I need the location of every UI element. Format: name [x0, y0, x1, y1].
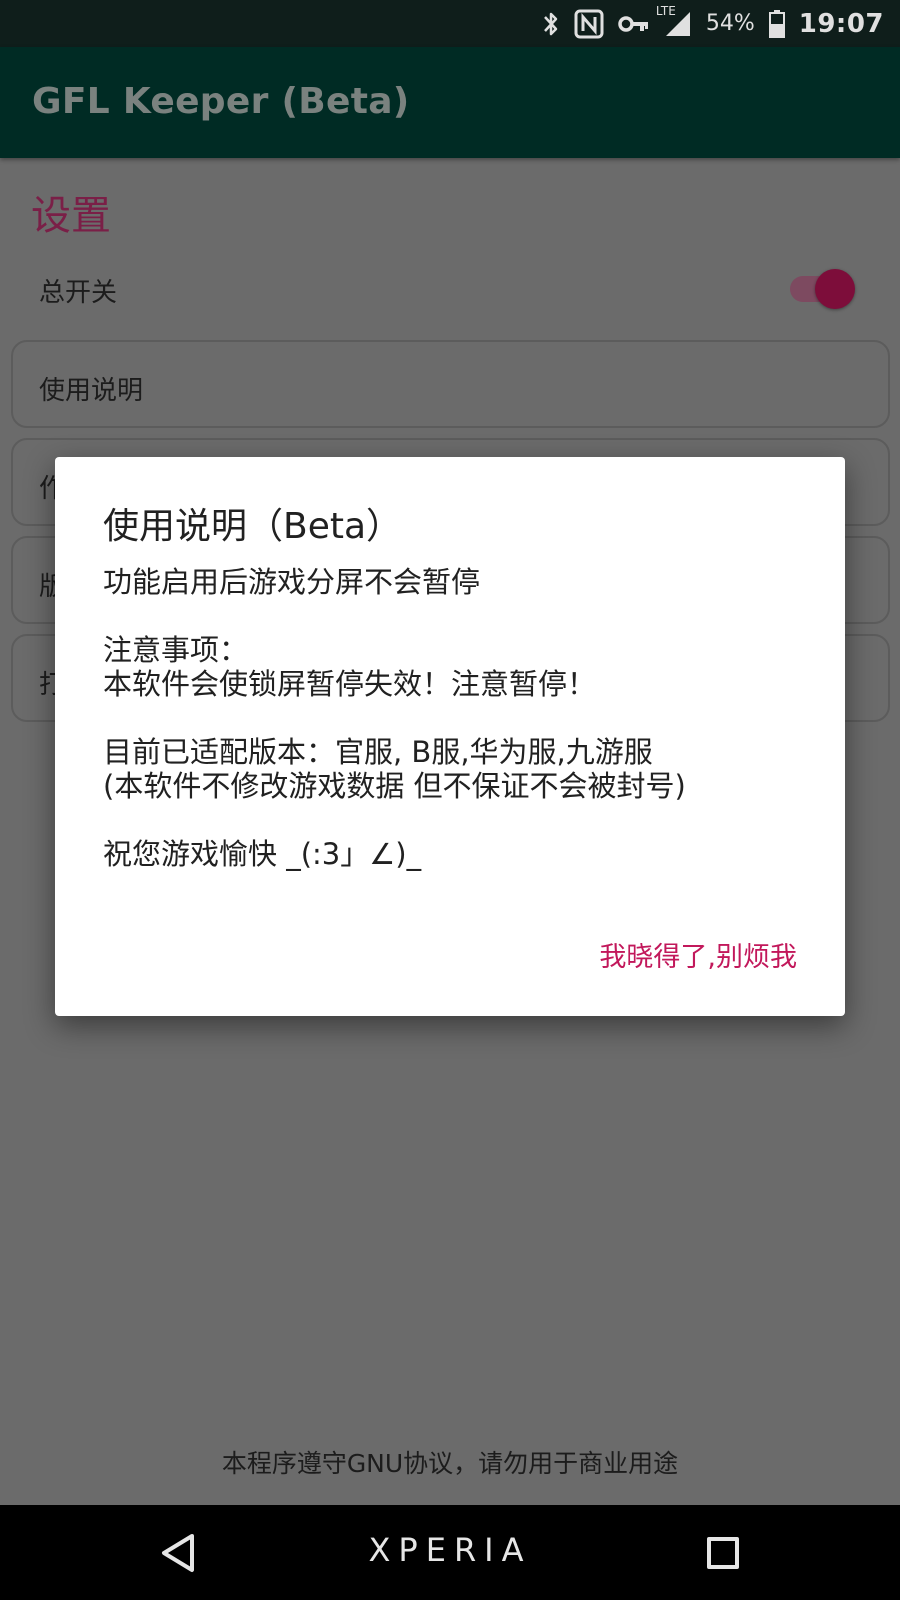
dismiss-button[interactable]: 我晓得了,别烦我	[599, 935, 797, 974]
dialog-line: 目前已适配版本：官服, B服,华为服,九游服	[103, 735, 653, 769]
navigation-bar: XPERIA	[0, 1505, 900, 1600]
dialog-line: 注意事项：	[103, 633, 249, 667]
dialog-line: 祝您游戏愉快 _(:3」∠)_	[103, 837, 422, 871]
battery-icon	[768, 9, 785, 38]
status-time: 19:07	[798, 8, 884, 39]
lte-signal-icon: LTE	[656, 4, 692, 38]
dialog-line: 功能启用后游戏分屏不会暂停	[103, 565, 481, 599]
dialog-message: 功能启用后游戏分屏不会暂停 注意事项： 本软件会使锁屏暂停失效！注意暂停！ 目前…	[103, 565, 803, 871]
status-icons: LTE 54% 19:07	[542, 0, 884, 47]
settings-heading: 设置	[31, 193, 111, 239]
card-usage-guide[interactable]: 使用说明	[11, 340, 890, 428]
card-label: 使用说明	[39, 376, 144, 406]
dialog-title: 使用说明（Beta）	[103, 506, 403, 547]
battery-percent: 54%	[705, 11, 755, 36]
license-footer: 本程序遵守GNU协议，请勿用于商业用途	[221, 1449, 679, 1478]
status-bar: LTE 54% 19:07	[0, 0, 900, 47]
app-bar: GFL Keeper (Beta)	[0, 47, 900, 158]
dialog-line: (本软件不修改游戏数据 但不保证不会被封号)	[103, 769, 686, 803]
nfc-icon	[574, 9, 604, 39]
usage-guide-dialog: 使用说明（Beta） 功能启用后游戏分屏不会暂停 注意事项： 本软件会使锁屏暂停…	[55, 457, 845, 1016]
recents-icon[interactable]	[707, 1537, 739, 1569]
app-title: GFL Keeper (Beta)	[32, 81, 410, 122]
master-switch-thumb[interactable]	[815, 269, 855, 309]
dialog-line: 本软件会使锁屏暂停失效！注意暂停！	[103, 667, 597, 701]
vpn-key-icon	[618, 14, 650, 34]
xperia-logo[interactable]: XPERIA	[0, 1531, 900, 1569]
master-switch-label: 总开关	[39, 278, 118, 308]
lte-label: LTE	[655, 3, 676, 18]
bluetooth-icon	[542, 10, 560, 38]
